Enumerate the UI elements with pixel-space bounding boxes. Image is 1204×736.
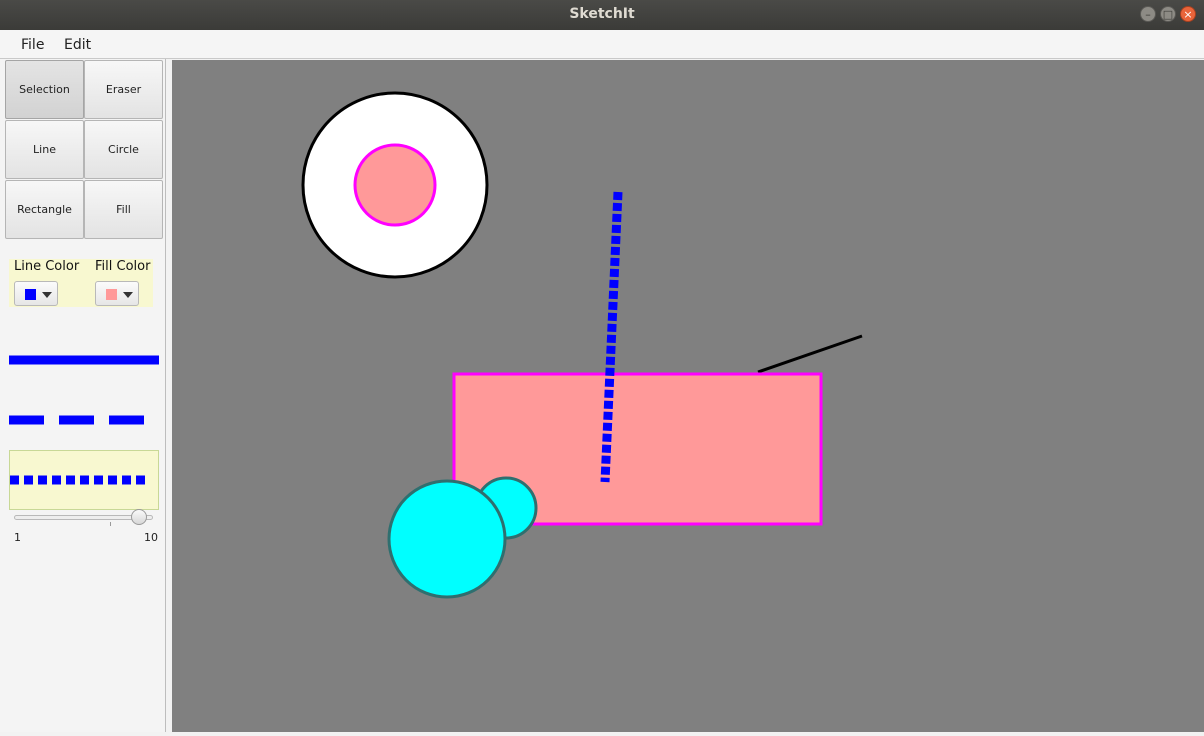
dotted-line-preview xyxy=(10,475,150,485)
color-panel: Line Color Fill Color xyxy=(9,259,153,307)
selection-tool-button[interactable]: Selection xyxy=(5,60,84,119)
menu-edit[interactable]: Edit xyxy=(64,37,91,53)
pink-circle-shape[interactable] xyxy=(353,143,437,227)
large-cyan-circle-shape[interactable] xyxy=(387,479,507,599)
slider-max-label: 10 xyxy=(144,531,158,544)
drawing-canvas[interactable] xyxy=(172,60,1204,732)
close-button[interactable]: × xyxy=(1180,6,1196,22)
black-line-shape[interactable] xyxy=(757,334,863,374)
minimize-icon: – xyxy=(1145,7,1151,21)
fill-tool-button[interactable]: Fill xyxy=(84,180,163,239)
menu-bar: File Edit xyxy=(0,30,1204,59)
maximize-icon: □ xyxy=(1162,7,1174,21)
title-bar[interactable]: SketchIt – □ × xyxy=(0,0,1204,30)
fill-color-label: Fill Color xyxy=(95,259,151,274)
line-color-swatch xyxy=(25,289,36,300)
dashed-line-preview xyxy=(9,415,159,425)
solid-line-preview xyxy=(9,355,159,365)
window-title: SketchIt xyxy=(569,6,635,22)
close-icon: × xyxy=(1183,7,1193,21)
chevron-down-icon xyxy=(123,292,133,298)
menu-file[interactable]: File xyxy=(21,37,44,53)
tool-panel: Selection Eraser Line Circle Rectangle F… xyxy=(0,59,166,732)
chevron-down-icon xyxy=(42,292,52,298)
slider-tick xyxy=(110,522,111,526)
minimize-button[interactable]: – xyxy=(1140,6,1156,22)
canvas-svg xyxy=(301,91,863,599)
eraser-tool-button[interactable]: Eraser xyxy=(84,60,163,119)
fill-color-picker[interactable] xyxy=(95,281,139,306)
rectangle-tool-button[interactable]: Rectangle xyxy=(5,180,84,239)
fill-color-swatch xyxy=(106,289,117,300)
line-style-solid[interactable] xyxy=(9,345,159,375)
thickness-slider-thumb[interactable] xyxy=(131,509,147,525)
line-color-label: Line Color xyxy=(14,259,80,274)
line-color-picker[interactable] xyxy=(14,281,58,306)
line-tool-button[interactable]: Line xyxy=(5,120,84,179)
maximize-button[interactable]: □ xyxy=(1160,6,1176,22)
circle-tool-button[interactable]: Circle xyxy=(84,120,163,179)
line-style-dashed[interactable] xyxy=(9,405,159,435)
line-style-dotted[interactable] xyxy=(9,450,159,510)
slider-min-label: 1 xyxy=(14,531,21,544)
